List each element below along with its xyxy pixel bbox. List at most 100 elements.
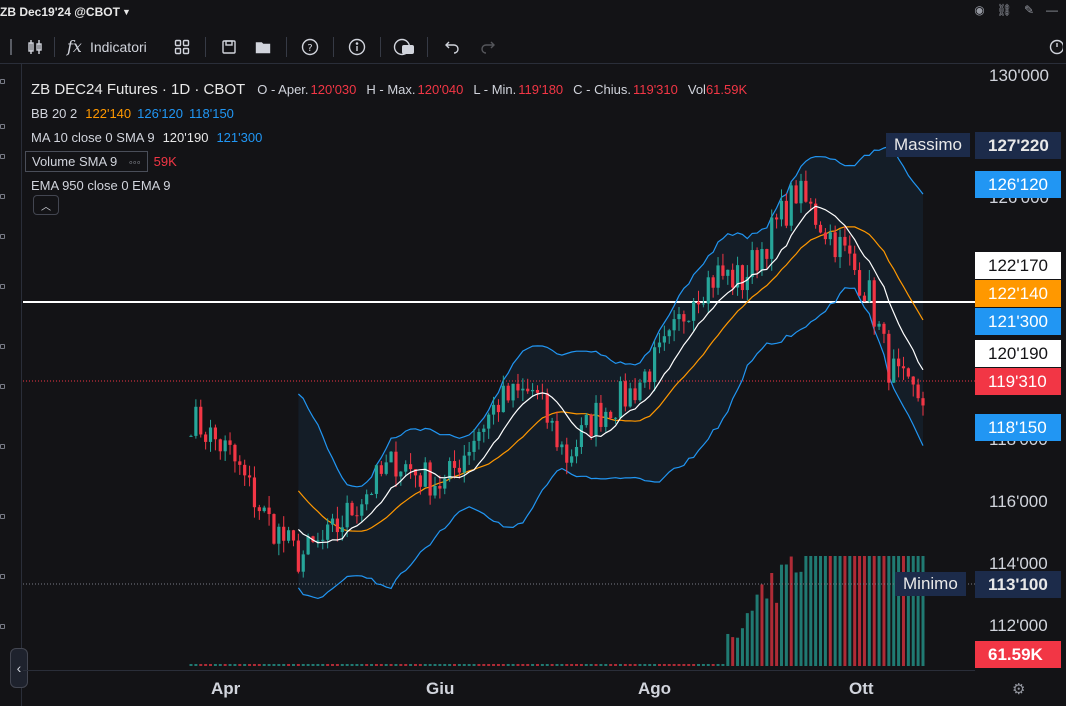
vol-key: Vol [687,81,706,97]
folder-icon[interactable] [246,33,280,61]
legend-ma-row[interactable]: MA 10 close 0 SMA 9 120'190 121'300 [31,125,757,149]
candle-body [618,381,623,418]
volume-bar [779,564,783,666]
open-key: O - Aper. [257,81,309,97]
legend-ema-row[interactable]: EMA 950 close 0 EMA 9 [31,173,757,197]
candle-body [345,502,349,528]
candle-body [828,232,832,240]
lock-icon[interactable] [0,514,5,519]
more-options-icon[interactable]: ◦◦◦ [129,157,141,169]
candlestick-icon[interactable] [22,33,48,61]
volume-bar [653,664,657,666]
volume-bar [511,664,515,666]
undo-icon[interactable] [434,33,470,61]
volume-bar [565,664,569,666]
chart-toolbar: fx Indicatori ? [0,30,1066,64]
time-axis[interactable]: Apr Giu Ago Ott [23,670,975,706]
volume-bar [609,664,613,666]
volume-bar [360,664,364,666]
info-icon[interactable] [340,33,374,61]
volume-bar [540,664,544,666]
volume-indicator-box[interactable]: Volume SMA 9 ◦◦◦ [25,150,148,172]
volume-bar [496,664,500,666]
candle-body [623,381,627,407]
link-icon[interactable]: ⛓ [997,3,1012,17]
candle-body [482,428,486,432]
trash-icon[interactable] [0,624,5,629]
volume-bar [838,556,842,666]
symbol-dropdown-icon[interactable]: ▼ [122,7,131,17]
candle-body [609,411,613,419]
text-icon[interactable] [0,284,5,289]
symbol-title[interactable]: ZB Dec19'24 @CBOT [0,5,120,19]
candle-body [409,464,413,470]
volume-bar [828,556,832,666]
eye-icon[interactable] [0,574,5,579]
candle-body [804,180,808,202]
candle-body [731,269,735,288]
fib-icon[interactable] [0,154,5,159]
chat-icon[interactable]: ◉ [974,3,984,17]
legend-volume-row[interactable]: Volume SMA 9 ◦◦◦ 59K [25,149,757,173]
volume-bar [277,664,281,666]
volume-bar [794,572,798,666]
last-price-label: 119'310 [975,368,1061,395]
volume-bar [374,664,378,666]
volume-bar [628,664,632,666]
candle-body [477,431,481,441]
candle-body [853,253,857,271]
trendline-icon[interactable] [0,124,5,129]
volume-bar [413,664,417,666]
redo-icon[interactable] [470,33,506,61]
volume-bar [623,664,627,666]
volume-bar [701,664,705,666]
candle-body [882,323,886,334]
candle-body [570,456,574,463]
volume-bar [350,664,354,666]
volume-bar [692,664,696,666]
legend-collapse-button[interactable]: ︿ [33,195,59,215]
bollinger-band-fill [298,146,923,599]
candle-body [799,180,803,204]
legend-bb-row[interactable]: BB 20 2 122'140 126'120 118'150 [31,101,757,125]
volume-bar [335,664,339,666]
brush-icon[interactable] [0,234,5,239]
candle-body [555,420,559,448]
toolbar-separator [427,36,428,57]
pattern-icon[interactable] [0,194,5,199]
volume-bar [267,664,271,666]
volume-bar [365,664,369,666]
volume-bar [340,664,344,666]
candle-body [467,451,471,456]
save-icon[interactable] [212,33,246,61]
legend-symbol[interactable]: ZB DEC24 Futures · 1D · CBOT [31,81,245,98]
drawing-toolbar[interactable] [0,64,22,706]
pin-icon[interactable]: ✎ [1024,3,1034,17]
drag-handle[interactable] [0,33,22,61]
candle-body [740,265,745,291]
zoom-icon[interactable] [0,384,5,389]
clock-icon[interactable] [1044,33,1066,61]
volume-bar [521,664,525,666]
magnet-icon[interactable] [0,444,5,449]
gear-icon[interactable]: ⚙ [1012,680,1030,698]
volume-bar [291,664,295,666]
volume-bar [326,664,330,666]
help-icon[interactable]: ? [293,33,327,61]
volume-bar [526,664,530,666]
candle-body [823,232,827,240]
indicators-button[interactable]: fx Indicatori [61,33,165,61]
bb-basis-value: 122'140 [85,105,132,121]
candle-body [379,465,383,474]
candle-body [204,434,208,442]
function-icon: fx [67,37,82,56]
hline-price-label: 122'170 [975,252,1061,279]
cursor-icon[interactable] [0,79,5,84]
candle-body [326,524,330,540]
replay-icon[interactable] [387,33,421,61]
minimize-icon[interactable]: — [1046,3,1058,17]
volume-bar [438,664,442,666]
templates-icon[interactable] [165,33,199,61]
measure-icon[interactable] [0,344,5,349]
candle-body [604,411,608,427]
